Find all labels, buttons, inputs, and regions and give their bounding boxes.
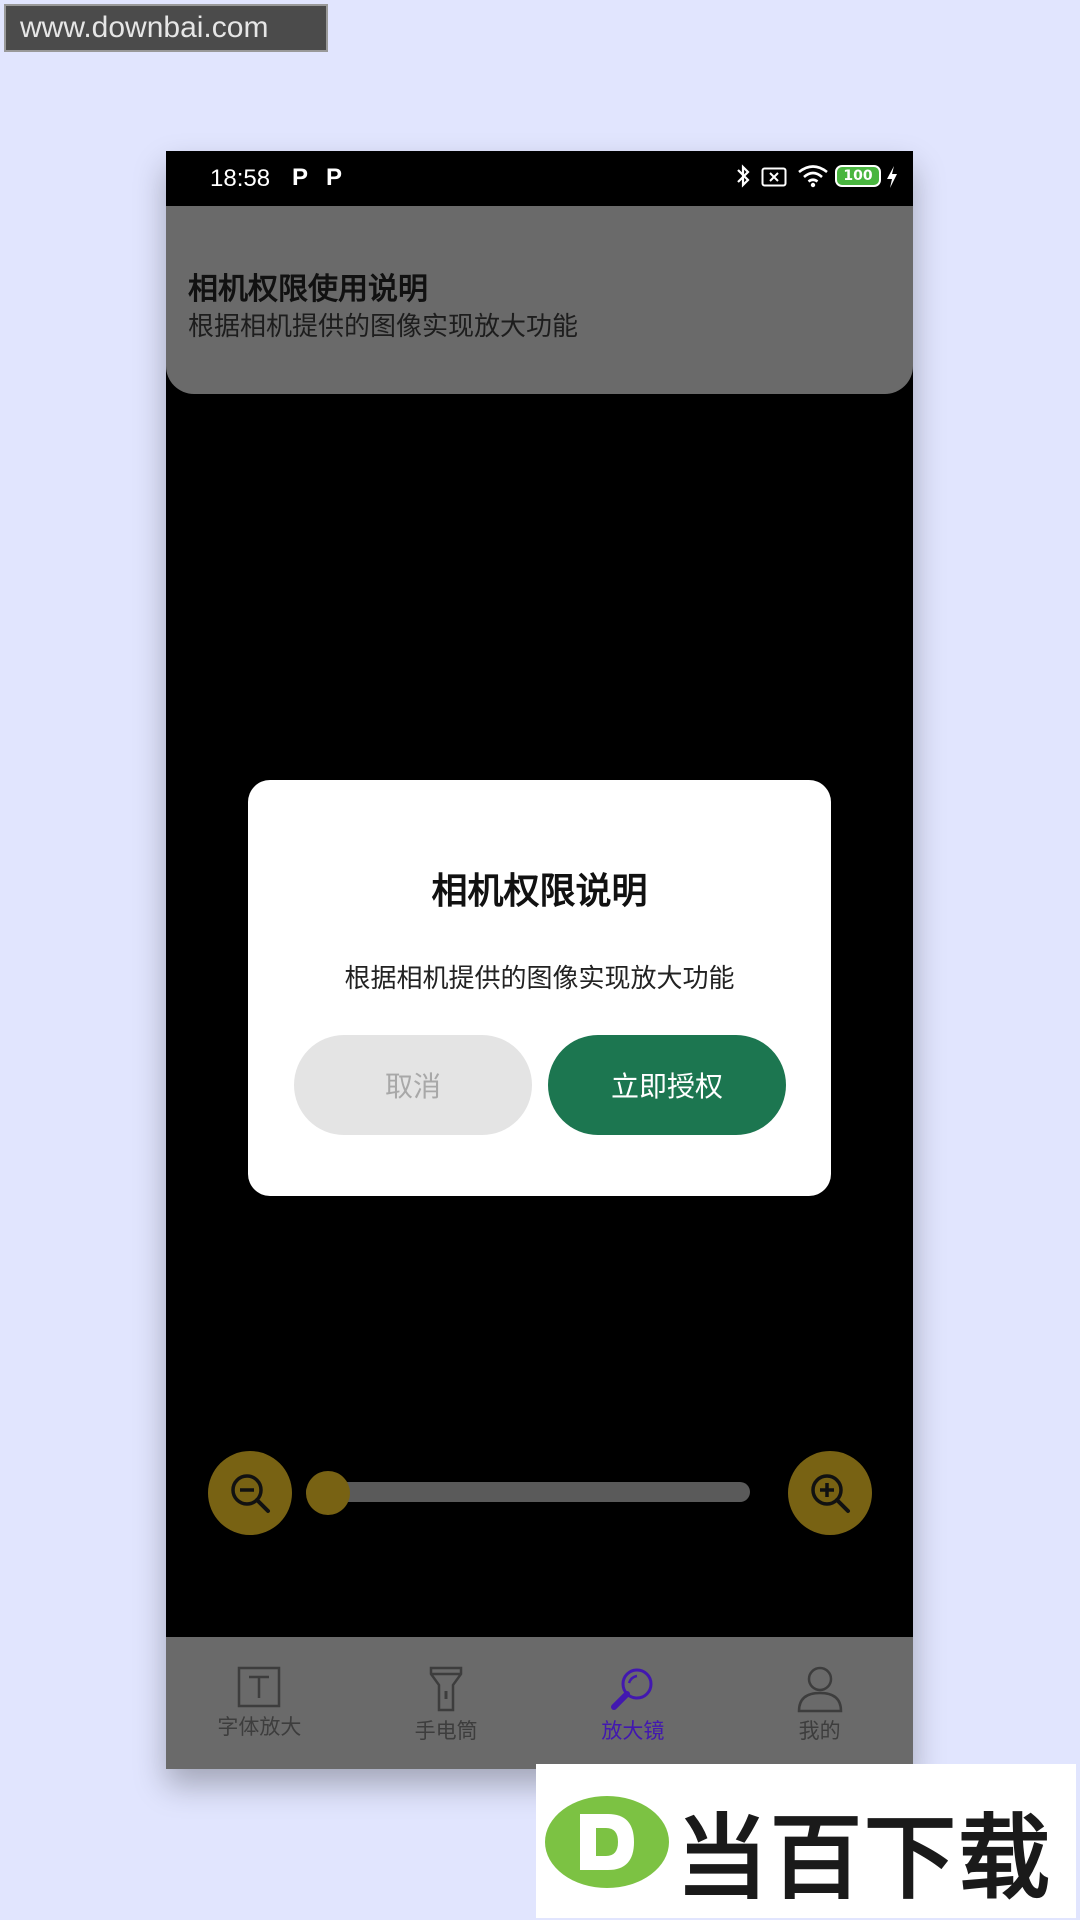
nav-item-flashlight[interactable]: 手电筒 [353,1637,540,1769]
cancel-button[interactable]: 取消 [294,1035,532,1135]
zoom-in-icon [811,1474,850,1513]
person-icon [797,1666,842,1713]
phone-screen: 18:58 P P 100 相机权限使用说明 根据相机提供的图像实现放大功能 字… [166,151,913,1769]
dialog-title: 相机权限说明 [431,871,648,912]
flashlight-icon [429,1666,463,1712]
zoom-out-button[interactable] [208,1451,292,1535]
nav-label: 字体放大 [217,1715,302,1739]
magnifier-icon [610,1668,653,1710]
charging-icon [887,166,897,188]
status-bar: 18:58 P P 100 [166,151,913,206]
notice-title: 相机权限使用说明 [188,272,428,307]
watermark-url: www.downbai.com [4,4,328,52]
brand-name: 当百下载 [676,1805,1053,1912]
zoom-slider-thumb[interactable] [306,1471,350,1515]
brand-watermark: 当百下载 [536,1764,1076,1918]
text-icon [238,1666,281,1708]
status-time: 18:58 [210,165,271,192]
zoom-slider-track[interactable] [306,1482,750,1502]
parking-icon: P [326,164,343,191]
no-sim-icon [761,167,787,187]
permission-dialog: 相机权限说明 根据相机提供的图像实现放大功能 取消 立即授权 [248,780,831,1196]
zoom-in-button[interactable] [788,1451,872,1535]
nav-item-magnifier[interactable]: 放大镜 [540,1637,727,1769]
battery-icon: 100 [835,165,881,187]
nav-item-text-enlarge[interactable]: 字体放大 [166,1637,353,1769]
zoom-out-icon [231,1474,270,1513]
nav-label: 手电筒 [414,1719,478,1743]
permission-notice: 相机权限使用说明 根据相机提供的图像实现放大功能 [166,206,913,394]
brand-logo-icon [545,1796,669,1888]
bottom-nav: 字体放大 手电筒 放大镜 我的 [166,1637,913,1769]
wifi-icon [798,165,828,188]
bluetooth-icon [737,164,750,188]
nav-label: 我的 [798,1719,841,1743]
nav-item-mine[interactable]: 我的 [726,1637,913,1769]
dialog-description: 根据相机提供的图像实现放大功能 [344,964,735,994]
notice-description: 根据相机提供的图像实现放大功能 [188,312,579,342]
parking-icon: P [292,164,309,191]
nav-label: 放大镜 [601,1719,665,1743]
authorize-button[interactable]: 立即授权 [548,1035,786,1135]
